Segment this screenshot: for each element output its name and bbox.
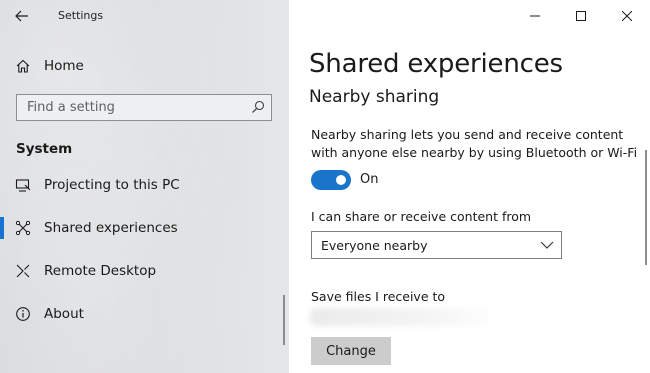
close-icon: [622, 11, 632, 21]
remote-desktop-icon: [14, 262, 32, 280]
sidebar-item-label: Remote Desktop: [44, 263, 157, 279]
share-from-label: I can share or receive content from: [311, 209, 532, 224]
sidebar-item-remote-desktop[interactable]: Remote Desktop: [0, 251, 289, 291]
dropdown-selected-value: Everyone nearby: [321, 238, 428, 253]
share-network-icon: [14, 219, 32, 237]
app-title: Settings: [58, 9, 104, 22]
back-arrow-icon: [15, 10, 28, 22]
search-input[interactable]: Find a setting: [16, 94, 272, 121]
sidebar-item-label: About: [44, 306, 84, 322]
nearby-sharing-toggle[interactable]: [311, 170, 351, 190]
toggle-knob: [336, 175, 346, 185]
close-button[interactable]: [604, 0, 650, 32]
navigation-pane: Settings Home Find a setting System Proj…: [0, 0, 289, 373]
search-placeholder: Find a setting: [27, 100, 115, 115]
search-icon[interactable]: [251, 100, 265, 114]
sidebar-item-label: Shared experiences: [44, 220, 178, 236]
window-controls: [512, 0, 650, 32]
home-icon: [14, 57, 32, 75]
change-button[interactable]: Change: [311, 337, 391, 365]
minimize-icon: [530, 15, 540, 17]
info-icon: [14, 305, 32, 323]
redacted-folder-path: [309, 308, 499, 326]
sidebar-item-shared-experiences[interactable]: Shared experiences: [0, 208, 289, 248]
sidebar-item-home[interactable]: Home: [0, 46, 289, 86]
section-title: Nearby sharing: [309, 87, 440, 107]
sidebar-item-projecting[interactable]: Projecting to this PC: [0, 165, 289, 205]
back-button[interactable]: [10, 6, 34, 26]
sidebar-item-label: Home: [44, 58, 84, 74]
toggle-state-label: On: [360, 172, 379, 187]
projector-icon: [14, 176, 32, 194]
section-header-system: System: [16, 141, 73, 157]
content-scrollbar[interactable]: [645, 150, 647, 265]
share-from-dropdown[interactable]: Everyone nearby: [311, 231, 562, 259]
title-bar-left: Settings: [0, 0, 289, 32]
sidebar-scrollbar[interactable]: [283, 295, 285, 345]
page-title: Shared experiences: [309, 49, 563, 79]
sidebar-item-label: Projecting to this PC: [44, 177, 180, 193]
save-files-label: Save files I receive to: [311, 289, 446, 304]
content-pane: Shared experiences Nearby sharing Nearby…: [289, 0, 650, 373]
chevron-down-icon: [540, 241, 554, 249]
maximize-button[interactable]: [558, 0, 604, 32]
minimize-button[interactable]: [512, 0, 558, 32]
nearby-sharing-description: Nearby sharing lets you send and receive…: [311, 127, 638, 160]
sidebar-item-about[interactable]: About: [0, 294, 289, 334]
maximize-icon: [576, 11, 586, 21]
